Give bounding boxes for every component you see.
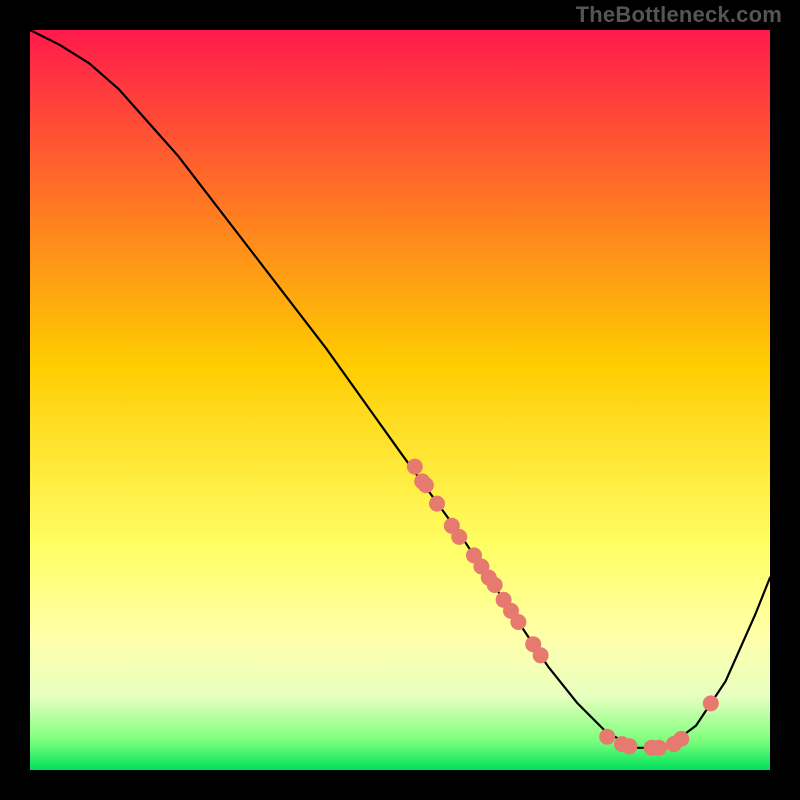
sample-point: [407, 459, 423, 475]
sample-point: [651, 740, 667, 756]
sample-point: [533, 647, 549, 663]
sample-point: [451, 529, 467, 545]
sample-point: [599, 729, 615, 745]
sample-point: [703, 695, 719, 711]
sample-point: [673, 731, 689, 747]
sample-point: [621, 738, 637, 754]
chart-frame: TheBottleneck.com: [0, 0, 800, 800]
sample-point: [418, 477, 434, 493]
sample-point: [487, 577, 503, 593]
plot-background: [30, 30, 770, 770]
sample-point: [510, 614, 526, 630]
watermark-text: TheBottleneck.com: [576, 2, 782, 28]
bottleneck-plot: [30, 30, 770, 770]
sample-point: [429, 496, 445, 512]
